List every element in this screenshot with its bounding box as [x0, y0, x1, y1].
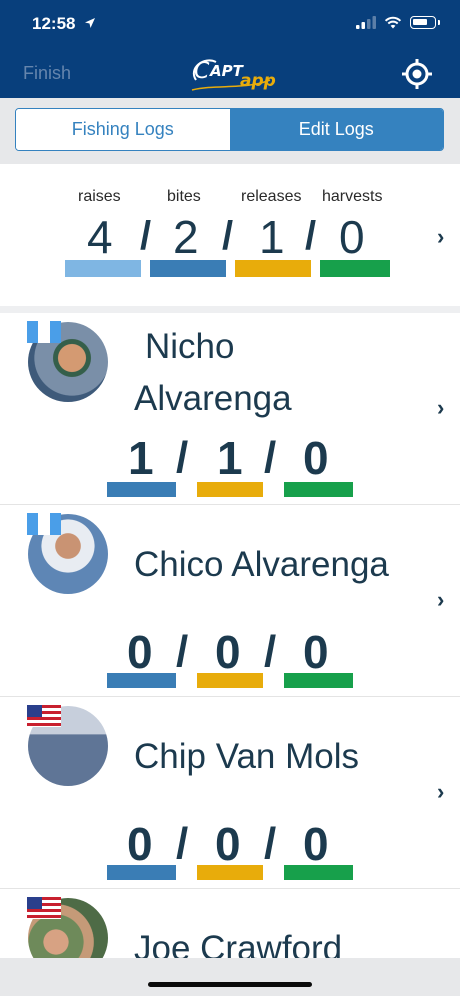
separator: /	[176, 433, 189, 482]
harvests-count: 0	[303, 626, 329, 678]
releases-count: 0	[215, 626, 241, 678]
angler-name: Nicho	[145, 327, 235, 366]
separator: /	[264, 627, 277, 676]
angler-name: Chip Van Mols	[134, 737, 360, 776]
tab-edit-logs[interactable]: Edit Logs	[229, 109, 443, 150]
label-raises: raises	[78, 188, 121, 205]
home-indicator-area	[0, 958, 460, 996]
angler-row[interactable]: Joe Crawford	[0, 889, 460, 958]
total-releases: 1	[259, 211, 285, 263]
total-raises: 4	[87, 211, 113, 263]
bites-bar	[107, 673, 176, 688]
releases-bar	[197, 482, 263, 497]
raises-bar	[65, 260, 141, 277]
total-harvests: 0	[339, 211, 365, 263]
angler-row[interactable]: Chip Van Mols › 0 / 0 / 0	[0, 697, 460, 888]
status-time: 12:58	[32, 14, 76, 33]
svg-text:app: app	[240, 71, 276, 91]
segment-bar: Fishing Logs Edit Logs	[0, 98, 460, 164]
harvests-count: 0	[303, 818, 329, 870]
captapp-logo: C APT app	[191, 59, 276, 91]
status-icons	[356, 16, 440, 29]
releases-count: 1	[217, 432, 243, 484]
bites-count: 1	[128, 432, 154, 484]
bites-bar	[107, 482, 176, 497]
guatemala-flag-icon	[27, 321, 61, 343]
chevron-right-icon: ›	[437, 224, 445, 249]
separator: /	[222, 214, 234, 258]
guatemala-flag-icon	[27, 513, 61, 535]
angler-row[interactable]: Chico Alvarenga › 0 / 0 / 0	[0, 505, 460, 696]
location-arrow-icon	[85, 18, 95, 28]
bites-bar	[107, 865, 176, 880]
angler-name: Chico Alvarenga	[134, 545, 389, 584]
harvests-count: 0	[303, 432, 329, 484]
chevron-right-icon: ›	[437, 779, 445, 804]
releases-bar	[197, 673, 263, 688]
releases-bar	[235, 260, 311, 277]
separator: /	[264, 819, 277, 868]
crosshair-icon[interactable]	[401, 58, 433, 90]
wifi-icon	[384, 16, 402, 29]
releases-bar	[197, 865, 263, 880]
usa-flag-icon	[27, 897, 61, 919]
separator: /	[140, 214, 152, 258]
finish-button[interactable]: Finish	[23, 63, 71, 84]
angler-name-line2: Alvarenga	[134, 379, 292, 418]
harvests-bar	[284, 482, 353, 497]
nav-header: 12:58 Finish C APT app	[0, 0, 460, 98]
bites-count: 0	[127, 626, 153, 678]
angler-name: Joe Crawford	[134, 929, 343, 958]
separator: /	[176, 819, 189, 868]
harvests-bar	[284, 673, 353, 688]
harvests-bar	[284, 865, 353, 880]
chevron-right-icon: ›	[437, 587, 445, 612]
battery-icon	[410, 16, 440, 29]
separator: /	[264, 433, 277, 482]
summary-totals[interactable]: raises bites releases harvests 4 / 2 / 1…	[0, 164, 460, 306]
total-bites: 2	[173, 211, 199, 263]
label-harvests: harvests	[322, 188, 383, 205]
label-bites: bites	[167, 188, 201, 205]
signal-icon	[356, 16, 376, 29]
chevron-right-icon: ›	[437, 395, 445, 420]
bites-count: 0	[127, 818, 153, 870]
harvests-bar	[320, 260, 390, 277]
separator: /	[305, 214, 317, 258]
angler-row[interactable]: Nicho Alvarenga › 1 / 1 / 0	[0, 313, 460, 504]
usa-flag-icon	[27, 705, 61, 727]
bites-bar	[150, 260, 226, 277]
svg-text:C: C	[194, 59, 210, 84]
section-divider	[0, 306, 460, 313]
home-indicator[interactable]	[148, 982, 312, 987]
tab-fishing-logs[interactable]: Fishing Logs	[16, 109, 230, 150]
separator: /	[176, 627, 189, 676]
releases-count: 0	[215, 818, 241, 870]
segmented-control: Fishing Logs Edit Logs	[15, 108, 444, 151]
label-releases: releases	[241, 188, 302, 205]
